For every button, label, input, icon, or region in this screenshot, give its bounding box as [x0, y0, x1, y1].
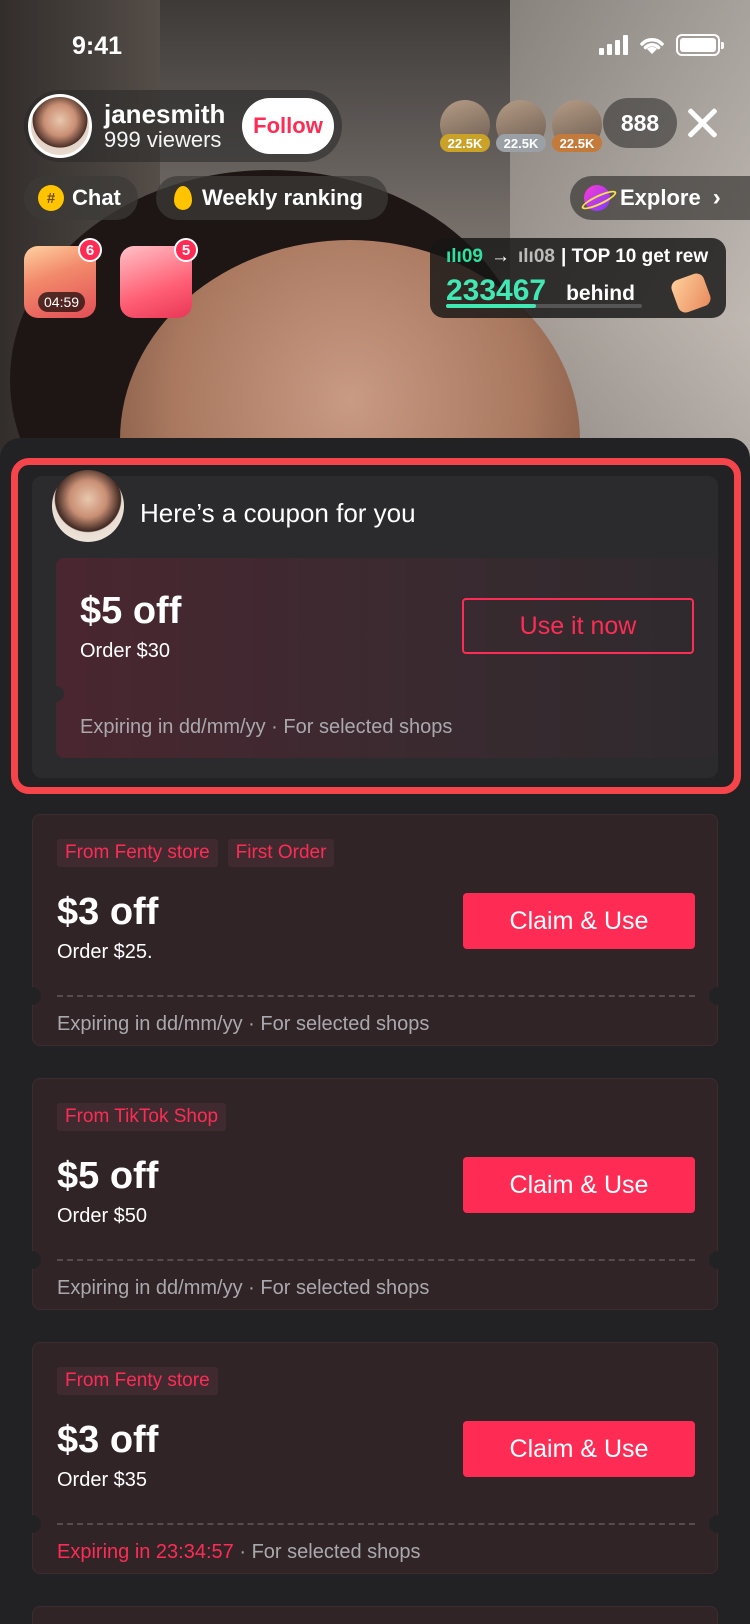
weekly-ranking-chip[interactable]: Weekly ranking: [156, 176, 388, 220]
chevron-right-icon: ›: [712, 184, 721, 211]
host-info-pill[interactable]: janesmith 999 viewers Follow: [24, 90, 342, 162]
coupon-expiry: Expiring in 23:34:57 · For selected shop…: [57, 1541, 421, 1564]
wifi-icon: [640, 38, 664, 54]
rank-bars-icon: ılı: [517, 246, 534, 267]
claim-and-use-button[interactable]: Claim & Use: [463, 1421, 695, 1477]
chat-chip-label: Chat: [72, 185, 121, 210]
coupon-notch: [23, 1515, 41, 1533]
status-time: 9:41: [72, 32, 123, 60]
coupon-expiry-countdown: Expiring in 23:34:57: [57, 1541, 234, 1563]
chat-chip[interactable]: # Chat: [24, 176, 138, 220]
coupon-expiry-text: · For selected shops: [233, 1541, 421, 1563]
top-viewer-avatar[interactable]: 22.5K: [552, 100, 602, 152]
coupon-tag: First Order: [227, 839, 335, 867]
explore-chip[interactable]: Explore ›: [570, 176, 750, 220]
ranking-progress-fill: [446, 304, 537, 308]
coupon-divider: [57, 995, 695, 997]
coupon-amount: $3 off: [57, 1419, 159, 1461]
flame-icon: [174, 186, 192, 210]
coupon-notch: [709, 1251, 727, 1269]
coupon-notch: [709, 987, 727, 1005]
close-icon[interactable]: [686, 107, 718, 139]
coupon-min-order: Order $35: [57, 1469, 148, 1491]
claim-and-use-button[interactable]: Claim & Use: [463, 1157, 695, 1213]
explore-label: Explore: [620, 185, 701, 210]
coupon-gift[interactable]: 5: [120, 238, 198, 318]
ranking-score-row: 233467 behind: [446, 274, 710, 308]
gift-count-badge: 6: [78, 238, 102, 262]
coupon-min-order: Order $25.: [57, 941, 153, 963]
top-viewers-list: 22.5K 22.5K 22.5K: [440, 100, 608, 152]
ranking-progress-bar: [446, 304, 642, 308]
weekly-ranking-label: Weekly ranking: [202, 185, 363, 210]
coupon-notch: [709, 1515, 727, 1533]
coupon-tags: From Fenty store First Order: [57, 839, 335, 867]
host-text: janesmith 999 viewers: [104, 98, 226, 153]
current-rank: 09: [461, 246, 483, 267]
viewer-badge: 22.5K: [440, 134, 490, 152]
coupon-min-order: Order $50: [57, 1205, 148, 1227]
coupon-divider: [57, 1523, 695, 1525]
ranking-card[interactable]: ılı 09 → ılı 08 | TOP 10 get rew 233467 …: [430, 238, 726, 318]
hashtag-icon: #: [38, 185, 64, 211]
ranking-header: ılı 09 → ılı 08 | TOP 10 get rew: [446, 246, 710, 268]
arrow-right-icon: →: [490, 246, 510, 267]
host-avatar[interactable]: [28, 94, 92, 158]
coupon-tags: From Fenty store: [57, 1367, 218, 1395]
ranking-behind-label: behind: [566, 282, 635, 305]
coupon-expiry-text: Expiring in dd/mm/yy · For selected shop…: [57, 1013, 430, 1035]
top-viewer-avatar[interactable]: 22.5K: [440, 100, 490, 152]
highlight-frame: [11, 458, 741, 794]
coupon-notch: [23, 1251, 41, 1269]
rank-bars-icon: ılı: [446, 246, 462, 267]
coupon-tags: From TikTok Shop: [57, 1103, 227, 1131]
viewer-badge: 22.5K: [552, 134, 602, 152]
coupon-card: From Fenty store First Order $3 off Orde…: [23, 814, 727, 1046]
planet-icon: [584, 185, 610, 211]
viewer-badge: 22.5K: [496, 134, 546, 152]
coupon-amount: $5 off: [57, 1155, 159, 1197]
coupon-expiry-text: Expiring in dd/mm/yy · For selected shop…: [57, 1277, 430, 1299]
claim-and-use-button[interactable]: Claim & Use: [463, 893, 695, 949]
top-viewer-avatar[interactable]: 22.5K: [496, 100, 546, 152]
follow-button[interactable]: Follow: [242, 98, 334, 154]
coupon-tag: From TikTok Shop: [57, 1103, 227, 1131]
coupon-tag: From Fenty store: [57, 1367, 218, 1395]
coupon-divider: [57, 1259, 695, 1261]
coupon-amount: $3 off: [57, 891, 159, 933]
coupon-expiry: Expiring in dd/mm/yy · For selected shop…: [57, 1277, 429, 1300]
coupon-notch: [23, 987, 41, 1005]
battery-icon: [676, 34, 724, 56]
coupon-tag: From Fenty store: [57, 839, 218, 867]
next-rank: 08: [533, 246, 555, 267]
status-bar: 9:41: [0, 0, 750, 94]
ranking-label: | TOP 10 get rew: [560, 246, 709, 267]
status-icons: [599, 34, 724, 56]
host-viewer-count: 999 viewers: [104, 127, 222, 153]
host-name: janesmith: [104, 98, 226, 129]
cellular-signal-icon: [599, 35, 628, 55]
treasure-box-gift[interactable]: 6 04:59: [24, 238, 102, 318]
gift-timer: 04:59: [38, 292, 86, 312]
ranking-score: 233467: [446, 274, 547, 307]
coupon-expiry: Expiring in dd/mm/yy · For selected shop…: [57, 1013, 429, 1036]
coupon-card: From TikTok Shop $5 off Order $50 Claim …: [23, 1078, 727, 1310]
coupon-card: From Fenty store $3 off Order $35 Claim …: [23, 1342, 727, 1574]
gift-count-badge: 5: [174, 238, 198, 262]
coupon-card-partial: [32, 1606, 718, 1624]
viewer-count-button[interactable]: 888: [603, 98, 677, 148]
